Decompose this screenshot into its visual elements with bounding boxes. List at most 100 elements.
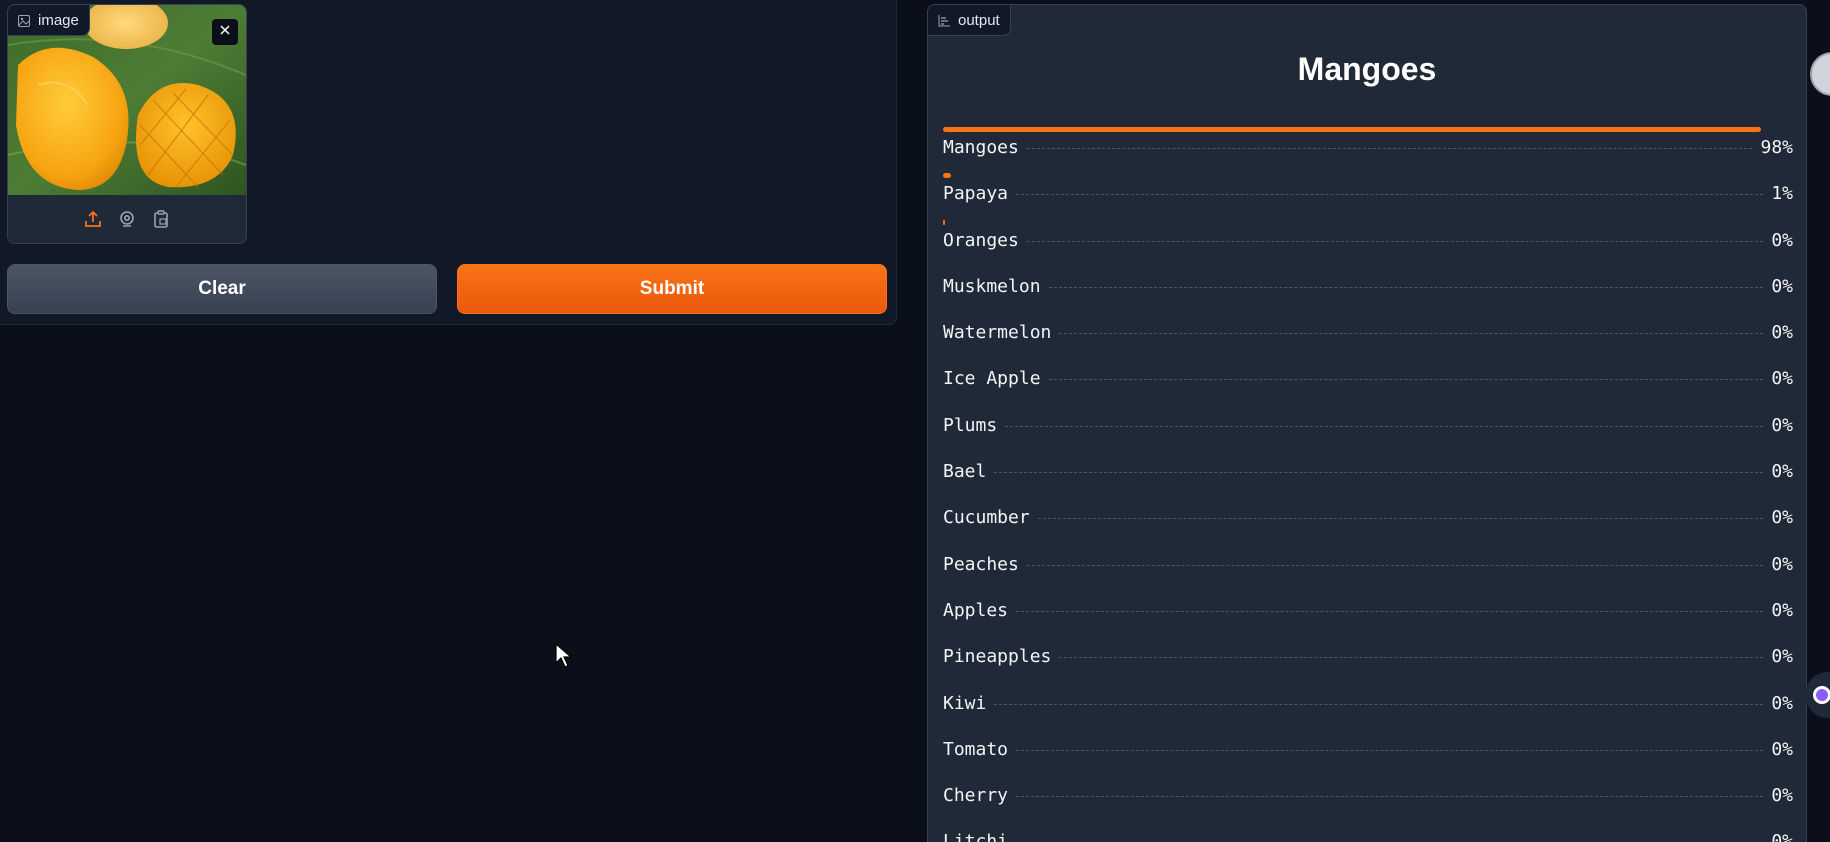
confidence-label: Pineapples [943, 646, 1052, 668]
confidence-bar [943, 173, 951, 179]
confidence-value: 0% [1771, 229, 1793, 251]
confidence-label: Oranges [943, 229, 1019, 251]
confidence-line: Muskmelon 0% [943, 276, 1793, 297]
image-icon [18, 14, 30, 27]
confidence-leader-dots [1005, 425, 1764, 427]
output-label: output [928, 5, 1011, 36]
confidence-value: 0% [1771, 368, 1793, 390]
confidence-line: Ice Apple 0% [943, 368, 1793, 389]
confidence-value: 0% [1771, 692, 1793, 714]
upload-icon[interactable] [83, 209, 103, 229]
confidence-label: Ice Apple [943, 368, 1041, 390]
confidence-row: Litchi 0% [943, 817, 1793, 842]
confidence-value: 0% [1771, 553, 1793, 575]
confidence-row: Muskmelon 0% [943, 262, 1793, 308]
confidence-row: Tomato 0% [943, 725, 1793, 771]
confidence-line: Plums 0% [943, 415, 1793, 436]
confidence-leader-dots [1026, 564, 1764, 566]
clear-button[interactable]: Clear [7, 264, 437, 314]
confidence-label: Watermelon [943, 322, 1052, 344]
webcam-icon[interactable] [117, 209, 137, 229]
confidence-value: 0% [1771, 414, 1793, 436]
submit-button[interactable]: Submit [457, 264, 887, 314]
output-panel: output Mangoes Mangoes 98% Papaya 1% Oranges… [927, 4, 1807, 842]
confidence-row: Oranges 0% [943, 216, 1793, 262]
confidence-value: 0% [1771, 785, 1793, 807]
confidence-row: Kiwi 0% [943, 679, 1793, 725]
confidence-leader-dots [994, 472, 1764, 474]
confidence-line: Tomato 0% [943, 739, 1793, 760]
confidence-value: 0% [1771, 831, 1793, 842]
assistant-bubble[interactable] [1805, 672, 1830, 718]
confidence-line: Apples 0% [943, 600, 1793, 621]
confidence-value: 0% [1771, 738, 1793, 760]
confidence-list: Mangoes 98% Papaya 1% Oranges 0% Muskmelon 0% Wa… [943, 123, 1793, 842]
app-page: image Clear Submit output Mangoes Mangoe… [0, 0, 1830, 842]
confidence-leader-dots [1016, 610, 1764, 612]
confidence-leader-dots [1048, 286, 1764, 288]
confidence-label: Litchi [943, 831, 1009, 842]
image-input-label-text: image [38, 11, 79, 29]
confidence-value: 0% [1771, 507, 1793, 529]
confidence-row: Ice Apple 0% [943, 354, 1793, 400]
confidence-value: 0% [1771, 599, 1793, 621]
confidence-leader-dots [1037, 518, 1764, 520]
confidence-leader-dots [1026, 148, 1753, 149]
confidence-leader-dots [1059, 657, 1764, 659]
confidence-line: Litchi 0% [943, 831, 1793, 842]
confidence-line: Papaya 1% [943, 183, 1793, 204]
confidence-leader-dots [1059, 333, 1764, 335]
confidence-row: Peaches 0% [943, 540, 1793, 586]
confidence-row: Pineapples 0% [943, 632, 1793, 678]
image-input[interactable]: image [7, 4, 247, 244]
confidence-label: Mangoes [943, 137, 1019, 158]
confidence-leader-dots [1048, 379, 1764, 381]
confidence-label: Tomato [943, 738, 1009, 760]
confidence-leader-dots [1026, 240, 1764, 242]
clipboard-icon[interactable] [151, 209, 171, 229]
avatar[interactable] [1810, 52, 1830, 96]
assistant-icon [1813, 686, 1830, 704]
image-source-bar [8, 195, 246, 243]
confidence-leader-dots [1016, 796, 1764, 798]
confidence-line: Kiwi 0% [943, 693, 1793, 714]
confidence-line: Cherry 0% [943, 785, 1793, 806]
confidence-row: Papaya 1% [943, 169, 1793, 215]
confidence-label: Apples [943, 599, 1009, 621]
confidence-label: Plums [943, 414, 998, 436]
confidence-line: Peaches 0% [943, 554, 1793, 575]
confidence-line: Pineapples 0% [943, 646, 1793, 667]
predicted-label: Mangoes [1297, 51, 1437, 87]
confidence-bar [943, 127, 1761, 132]
confidence-row: Plums 0% [943, 401, 1793, 447]
confidence-label: Papaya [943, 183, 1009, 205]
confidence-line: Watermelon 0% [943, 322, 1793, 343]
confidence-row: Mangoes 98% [943, 123, 1793, 169]
confidence-value: 0% [1771, 275, 1793, 297]
confidence-value: 98% [1760, 137, 1793, 158]
confidence-row: Apples 0% [943, 586, 1793, 632]
confidence-line: Bael 0% [943, 461, 1793, 482]
confidence-value: 0% [1771, 646, 1793, 668]
confidence-bar [943, 219, 945, 225]
output-label-text: output [958, 11, 1000, 29]
mouse-cursor-icon [555, 643, 573, 668]
image-input-label: image [8, 5, 90, 36]
input-panel: image Clear Submit [0, 0, 897, 325]
confidence-row: Bael 0% [943, 447, 1793, 493]
confidence-row: Cucumber 0% [943, 493, 1793, 539]
confidence-row: Watermelon 0% [943, 308, 1793, 354]
confidence-label: Peaches [943, 553, 1019, 575]
confidence-line: Mangoes 98% [943, 137, 1793, 158]
confidence-label: Bael [943, 461, 987, 483]
confidence-label: Kiwi [943, 692, 987, 714]
confidence-value: 1% [1771, 183, 1793, 205]
confidence-leader-dots [1016, 194, 1764, 196]
confidence-value: 0% [1771, 461, 1793, 483]
confidence-label: Cucumber [943, 507, 1030, 529]
confidence-label: Cherry [943, 785, 1009, 807]
confidence-leader-dots [1016, 749, 1764, 751]
clear-image-button[interactable] [212, 19, 238, 45]
bar-chart-icon [938, 14, 950, 27]
confidence-line: Cucumber 0% [943, 507, 1793, 528]
